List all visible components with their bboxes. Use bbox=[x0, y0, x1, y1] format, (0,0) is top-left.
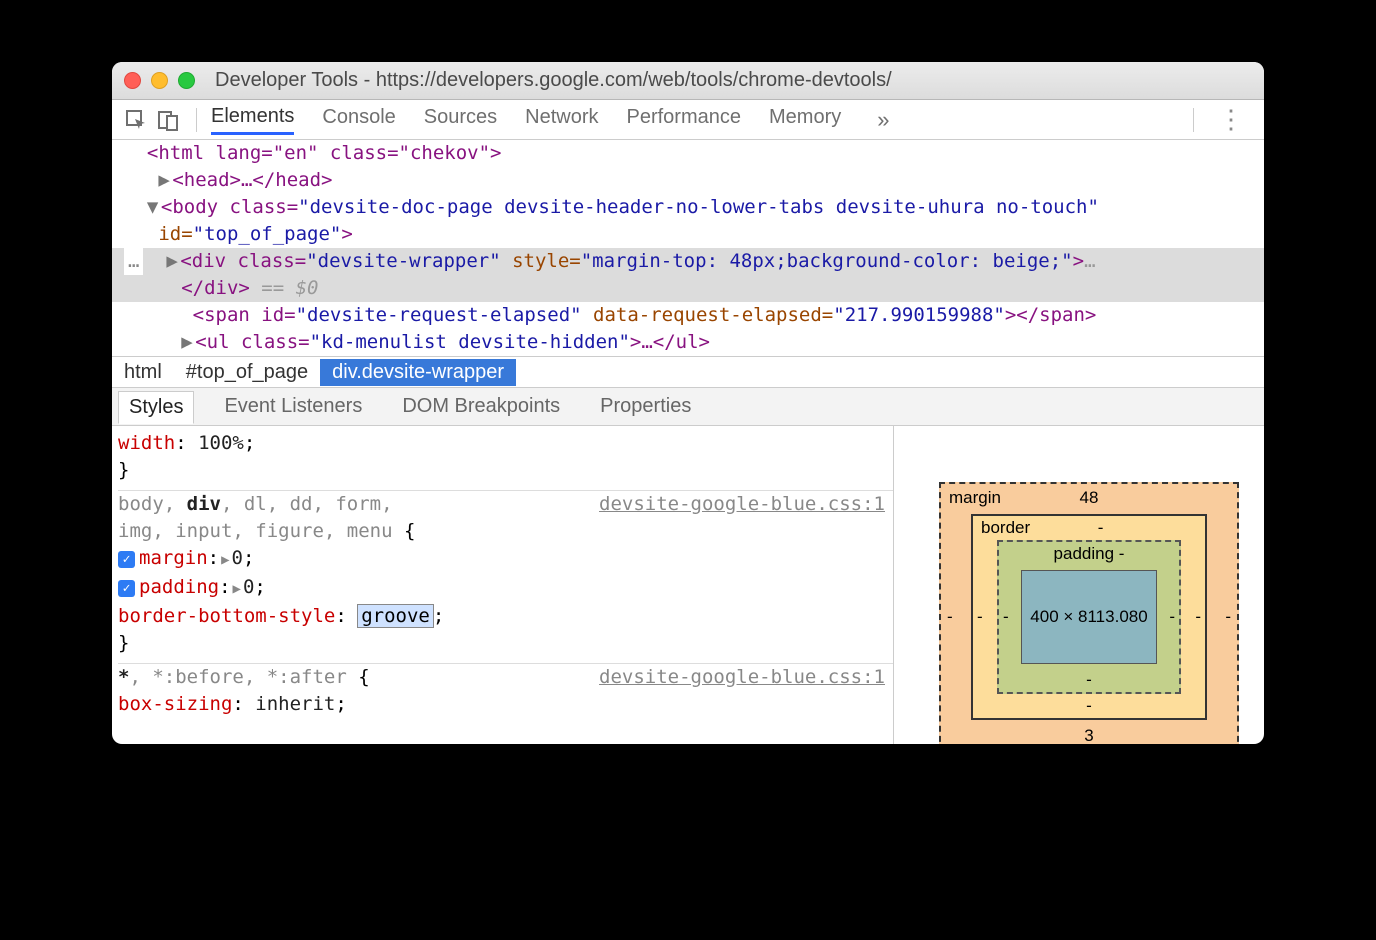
main-toolbar: Elements Console Sources Network Perform… bbox=[112, 100, 1264, 140]
titlebar: Developer Tools - https://developers.goo… bbox=[112, 62, 1264, 100]
ellipsis-icon[interactable]: … bbox=[124, 248, 143, 275]
subtab-event-listeners[interactable]: Event Listeners bbox=[214, 391, 372, 422]
inspect-element-icon[interactable] bbox=[122, 106, 150, 134]
tab-console[interactable]: Console bbox=[322, 106, 395, 133]
dom-node-selected[interactable]: … ▶<div class="devsite-wrapper" style="m… bbox=[112, 248, 1264, 302]
expand-icon[interactable]: ▶ bbox=[181, 329, 195, 356]
main-tabs: Elements Console Sources Network Perform… bbox=[211, 105, 1179, 135]
breadcrumb-item[interactable]: #top_of_page bbox=[174, 359, 320, 386]
css-source-link[interactable]: devsite-google-blue.css:1 bbox=[599, 491, 893, 518]
close-icon[interactable] bbox=[124, 72, 141, 89]
box-model-content[interactable]: 400 × 8113.080 bbox=[1021, 570, 1157, 664]
css-rule[interactable]: devsite-google-blue.css:1 *, *:before, *… bbox=[118, 664, 893, 718]
box-model-padding[interactable]: padding - - - - 400 × 8113.080 bbox=[997, 540, 1181, 694]
dom-node[interactable]: <span id="devsite-request-elapsed" data-… bbox=[112, 302, 1264, 329]
maximize-icon[interactable] bbox=[178, 72, 195, 89]
styles-container: width: 100%; } devsite-google-blue.css:1… bbox=[112, 426, 1264, 744]
checkbox-icon[interactable]: ✓ bbox=[118, 580, 135, 597]
css-rule[interactable]: width: 100%; } bbox=[118, 430, 893, 484]
more-menu-icon[interactable]: ⋮ bbox=[1218, 104, 1244, 135]
tab-sources[interactable]: Sources bbox=[424, 106, 497, 133]
css-value-editing[interactable]: groove bbox=[358, 605, 433, 627]
device-toggle-icon[interactable] bbox=[154, 106, 182, 134]
expand-icon[interactable]: ▶ bbox=[233, 576, 241, 603]
checkbox-icon[interactable]: ✓ bbox=[118, 551, 135, 568]
dom-node[interactable]: ▶<head>…</head> bbox=[112, 167, 1264, 194]
box-model-border[interactable]: border - - - - padding - - - - 400 × 811… bbox=[971, 514, 1207, 720]
window-title: Developer Tools - https://developers.goo… bbox=[215, 69, 892, 92]
dom-node[interactable]: ▶<ul class="kd-menulist devsite-hidden">… bbox=[112, 329, 1264, 356]
toolbar-separator bbox=[196, 108, 197, 132]
box-model[interactable]: margin 48 - - 3 border - - - - padding -… bbox=[894, 426, 1264, 744]
css-source-link[interactable]: devsite-google-blue.css:1 bbox=[599, 664, 893, 691]
styles-subtabs: Styles Event Listeners DOM Breakpoints P… bbox=[112, 388, 1264, 426]
toolbar-separator bbox=[1193, 108, 1194, 132]
expand-icon[interactable]: ▶ bbox=[158, 167, 172, 194]
collapse-icon[interactable]: ▼ bbox=[147, 194, 161, 221]
subtab-properties[interactable]: Properties bbox=[590, 391, 701, 422]
elements-tree[interactable]: <html lang="en" class="chekov"> ▶<head>…… bbox=[112, 140, 1264, 356]
devtools-window: Developer Tools - https://developers.goo… bbox=[112, 62, 1264, 744]
subtab-dom-breakpoints[interactable]: DOM Breakpoints bbox=[392, 391, 570, 422]
dom-text bbox=[124, 223, 147, 245]
tabs-overflow-icon[interactable]: » bbox=[877, 107, 889, 133]
tab-performance[interactable]: Performance bbox=[627, 106, 742, 133]
tab-elements[interactable]: Elements bbox=[211, 105, 294, 135]
dom-node[interactable]: <html lang="en" class="chekov"> bbox=[112, 140, 1264, 167]
subtab-styles[interactable]: Styles bbox=[118, 391, 194, 424]
tab-memory[interactable]: Memory bbox=[769, 106, 841, 133]
expand-icon[interactable]: ▶ bbox=[221, 547, 229, 574]
css-rule[interactable]: devsite-google-blue.css:1 body, div, dl,… bbox=[118, 491, 893, 657]
breadcrumb: html #top_of_page div.devsite-wrapper bbox=[112, 356, 1264, 388]
tab-network[interactable]: Network bbox=[525, 106, 598, 133]
breadcrumb-item-selected[interactable]: div.devsite-wrapper bbox=[320, 359, 516, 386]
styles-pane[interactable]: width: 100%; } devsite-google-blue.css:1… bbox=[112, 426, 894, 744]
expand-icon[interactable]: ▶ bbox=[166, 248, 180, 275]
dom-node[interactable]: ▼<body class="devsite-doc-page devsite-h… bbox=[112, 194, 1264, 248]
box-model-margin[interactable]: margin 48 - - 3 border - - - - padding -… bbox=[939, 482, 1239, 744]
minimize-icon[interactable] bbox=[151, 72, 168, 89]
breadcrumb-item[interactable]: html bbox=[112, 359, 174, 386]
